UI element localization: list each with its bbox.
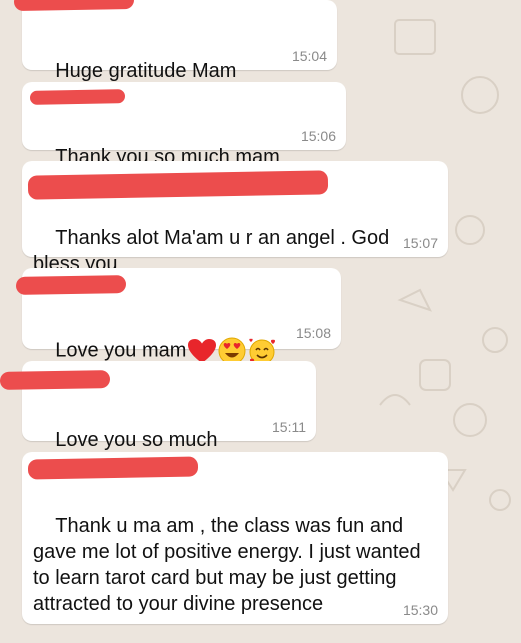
message-bubble[interactable]: Love you mam 15:08 (15, 268, 341, 365)
message-timestamp: 15:04 (291, 48, 327, 64)
message-timestamp: 15:08 (295, 325, 331, 341)
message-text: Thank u ma am , the class was fun and ga… (33, 515, 427, 615)
message-bubble[interactable]: Thanks alot Ma'am u r an angel . God ble… (22, 161, 448, 275)
message-timestamp: 15:11 (272, 419, 306, 435)
redacted-sender-name (15, 275, 127, 295)
redacted-sender-name (0, 370, 111, 390)
redacted-sender-name (27, 456, 199, 480)
redacted-sender-name (27, 170, 329, 200)
redacted-sender-name (29, 89, 126, 105)
redacted-sender-name (13, 0, 135, 12)
message-bubble[interactable]: Thank u ma am , the class was fun and ga… (22, 452, 448, 624)
message-timestamp: 15:30 (402, 602, 438, 618)
message-timestamp: 15:07 (402, 235, 438, 251)
message-bubble[interactable]: Thank you so much mam 15:06 (22, 82, 346, 168)
message-bubble[interactable]: Huge gratitude Mam 15:04 (13, 0, 337, 111)
message-bubble[interactable]: Love you so much 15:11 (0, 361, 316, 479)
message-timestamp: 15:06 (300, 128, 336, 144)
